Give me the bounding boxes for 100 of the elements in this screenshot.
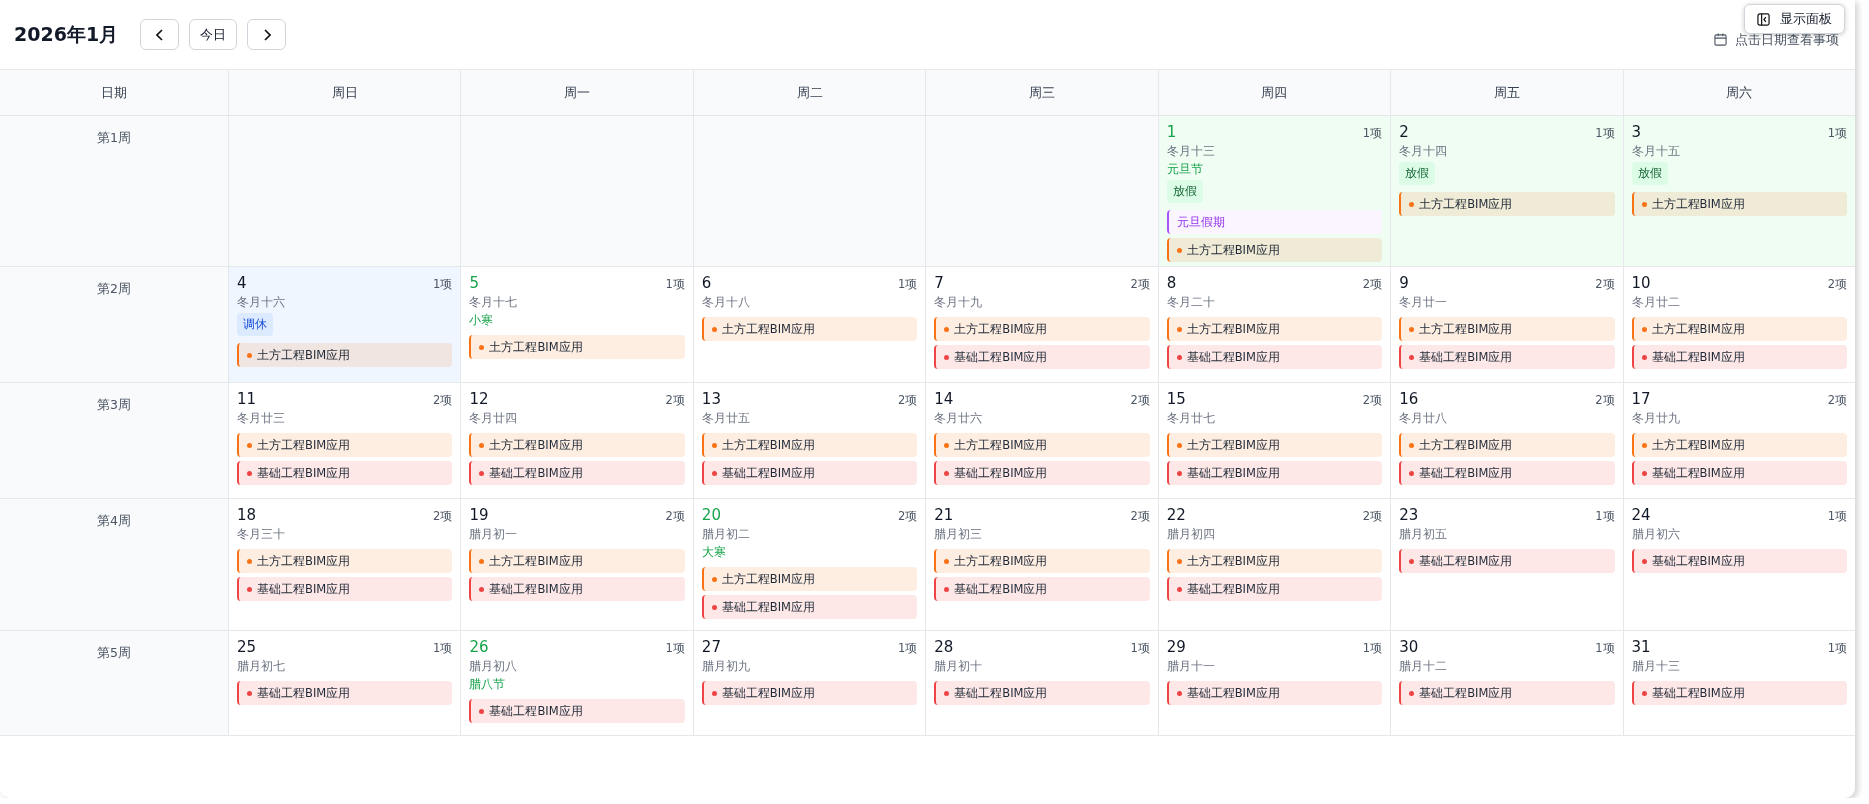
- previous-button[interactable]: [140, 19, 180, 50]
- event-chip[interactable]: 基础工程BIM应用: [469, 577, 685, 601]
- lunar-date: 冬月廿九: [1631, 411, 1681, 426]
- event-chip[interactable]: 土方工程BIM应用: [701, 567, 918, 591]
- event-chip[interactable]: 土方工程BIM应用: [1399, 192, 1615, 216]
- lunar-date: 冬月三十: [237, 527, 286, 542]
- date-number: 20: [701, 506, 721, 524]
- dot-icon: [1409, 354, 1415, 360]
- event-title: 土方工程BIM应用: [1651, 196, 1745, 212]
- week-label: 第2周: [97, 281, 131, 298]
- event-chip[interactable]: 基础工程BIM应用: [934, 461, 1150, 485]
- day-cell[interactable]: 1 1项 冬月十三 元旦节 放假 元旦假期 土方工程BIM应用: [1158, 116, 1391, 266]
- event-chip[interactable]: 基础工程BIM应用: [237, 681, 453, 705]
- lunar-date: 腊月初七: [237, 659, 286, 674]
- event-chip[interactable]: 基础工程BIM应用: [1399, 681, 1615, 705]
- event-chip[interactable]: 基础工程BIM应用: [701, 595, 918, 619]
- event-chip[interactable]: 土方工程BIM应用: [701, 317, 918, 341]
- lunar-date: 冬月十九: [934, 295, 984, 310]
- event-chip[interactable]: 土方工程BIM应用: [237, 343, 453, 367]
- dot-icon: [1641, 326, 1647, 332]
- event-chip[interactable]: 土方工程BIM应用: [469, 549, 685, 573]
- event-title: 土方工程BIM应用: [257, 347, 351, 363]
- event-count: 1项: [1827, 126, 1847, 141]
- day-cell[interactable]: 2 1项 冬月十四 放假 土方工程BIM应用: [1391, 116, 1623, 266]
- event-count: 2项: [1362, 277, 1383, 292]
- event-chip[interactable]: 基础工程BIM应用: [469, 461, 685, 485]
- event-chip[interactable]: 土方工程BIM应用: [1166, 238, 1383, 262]
- event-chip[interactable]: 土方工程BIM应用: [1399, 433, 1615, 457]
- event-chip[interactable]: 土方工程BIM应用: [1631, 317, 1847, 341]
- calendar-icon: [1714, 33, 1727, 46]
- event-chip[interactable]: 土方工程BIM应用: [934, 433, 1150, 457]
- event-chip[interactable]: 土方工程BIM应用: [1166, 549, 1383, 573]
- event-chip[interactable]: 基础工程BIM应用: [934, 345, 1150, 369]
- day-cell[interactable]: [461, 116, 693, 266]
- column-header: 周一: [460, 70, 693, 115]
- event-chip[interactable]: 基础工程BIM应用: [237, 461, 453, 485]
- event-chip[interactable]: 土方工程BIM应用: [1166, 317, 1383, 341]
- event-chip[interactable]: 基础工程BIM应用: [1631, 461, 1847, 485]
- day-cell[interactable]: 3 1项 冬月十五 放假 土方工程BIM应用: [1623, 116, 1855, 266]
- event-chip[interactable]: 土方工程BIM应用: [934, 549, 1150, 573]
- event-chip[interactable]: 土方工程BIM应用: [237, 549, 453, 573]
- event-chip[interactable]: 土方工程BIM应用: [469, 335, 685, 359]
- event-chip[interactable]: 基础工程BIM应用: [1631, 345, 1847, 369]
- event-chip[interactable]: 土方工程BIM应用: [1631, 433, 1847, 457]
- event-chip[interactable]: 基础工程BIM应用: [1166, 681, 1383, 705]
- day-cell[interactable]: [693, 116, 926, 266]
- dot-icon: [479, 708, 485, 714]
- event-chip[interactable]: 土方工程BIM应用: [1399, 317, 1615, 341]
- event-chip[interactable]: 土方工程BIM应用: [701, 433, 918, 457]
- event-count: 1项: [1362, 641, 1383, 656]
- event-chip[interactable]: 基础工程BIM应用: [934, 577, 1150, 601]
- event-chip[interactable]: 土方工程BIM应用: [1166, 433, 1383, 457]
- today-button[interactable]: 今日: [189, 19, 238, 50]
- event-chip[interactable]: 土方工程BIM应用: [934, 317, 1150, 341]
- event-chip[interactable]: 土方工程BIM应用: [1631, 192, 1847, 216]
- event-title: 基础工程BIM应用: [954, 349, 1048, 365]
- date-number: 8: [1166, 274, 1177, 292]
- event-chip[interactable]: 基础工程BIM应用: [1399, 461, 1615, 485]
- day-cell[interactable]: [926, 116, 1158, 266]
- event-chip[interactable]: 基础工程BIM应用: [701, 461, 918, 485]
- event-chip[interactable]: 基础工程BIM应用: [1631, 681, 1847, 705]
- day-cell[interactable]: 4 1项 冬月十六 调休 土方工程BIM应用: [229, 267, 461, 382]
- dot-icon: [1409, 690, 1415, 696]
- lunar-date: 腊月初九: [701, 659, 751, 674]
- event-count: 1项: [897, 641, 918, 656]
- event-chip[interactable]: 基础工程BIM应用: [1399, 549, 1615, 573]
- week-label: 第1周: [97, 130, 131, 147]
- event-chip[interactable]: 元旦假期: [1166, 210, 1383, 234]
- event-chip[interactable]: 基础工程BIM应用: [1166, 461, 1383, 485]
- date-number: 29: [1166, 638, 1186, 656]
- event-title: 土方工程BIM应用: [1186, 321, 1280, 337]
- event-chip[interactable]: 土方工程BIM应用: [237, 433, 453, 457]
- event-count: 2项: [897, 509, 918, 524]
- event-chip[interactable]: 基础工程BIM应用: [1166, 345, 1383, 369]
- dot-icon: [1409, 442, 1415, 448]
- day-cell[interactable]: [229, 116, 461, 266]
- next-button[interactable]: [247, 19, 287, 50]
- event-chip[interactable]: 基础工程BIM应用: [934, 681, 1150, 705]
- event-chip[interactable]: 基础工程BIM应用: [701, 681, 918, 705]
- festival-label: 元旦节: [1166, 162, 1204, 177]
- event-title: 土方工程BIM应用: [721, 321, 816, 337]
- date-number: 24: [1631, 506, 1651, 524]
- show-panel-button[interactable]: 显示面板: [1744, 4, 1845, 34]
- event-chip[interactable]: 基础工程BIM应用: [469, 699, 685, 723]
- event-chip[interactable]: 基础工程BIM应用: [1166, 577, 1383, 601]
- event-chip[interactable]: 基础工程BIM应用: [237, 577, 453, 601]
- event-title: 土方工程BIM应用: [1419, 321, 1513, 337]
- event-count: 2项: [1130, 393, 1150, 408]
- event-title: 基础工程BIM应用: [1186, 685, 1280, 701]
- event-count: 2项: [1362, 393, 1383, 408]
- event-title: 基础工程BIM应用: [489, 703, 583, 719]
- lunar-date: 冬月十五: [1631, 144, 1681, 159]
- event-count: 1项: [433, 641, 453, 656]
- lunar-date: 腊月初五: [1399, 527, 1449, 542]
- event-chip[interactable]: 基础工程BIM应用: [1399, 345, 1615, 369]
- date-number: 4: [237, 274, 247, 292]
- event-chip[interactable]: 土方工程BIM应用: [469, 433, 685, 457]
- event-chip[interactable]: 基础工程BIM应用: [1631, 549, 1847, 573]
- event-title: 土方工程BIM应用: [489, 339, 583, 355]
- event-title: 基础工程BIM应用: [1651, 685, 1745, 701]
